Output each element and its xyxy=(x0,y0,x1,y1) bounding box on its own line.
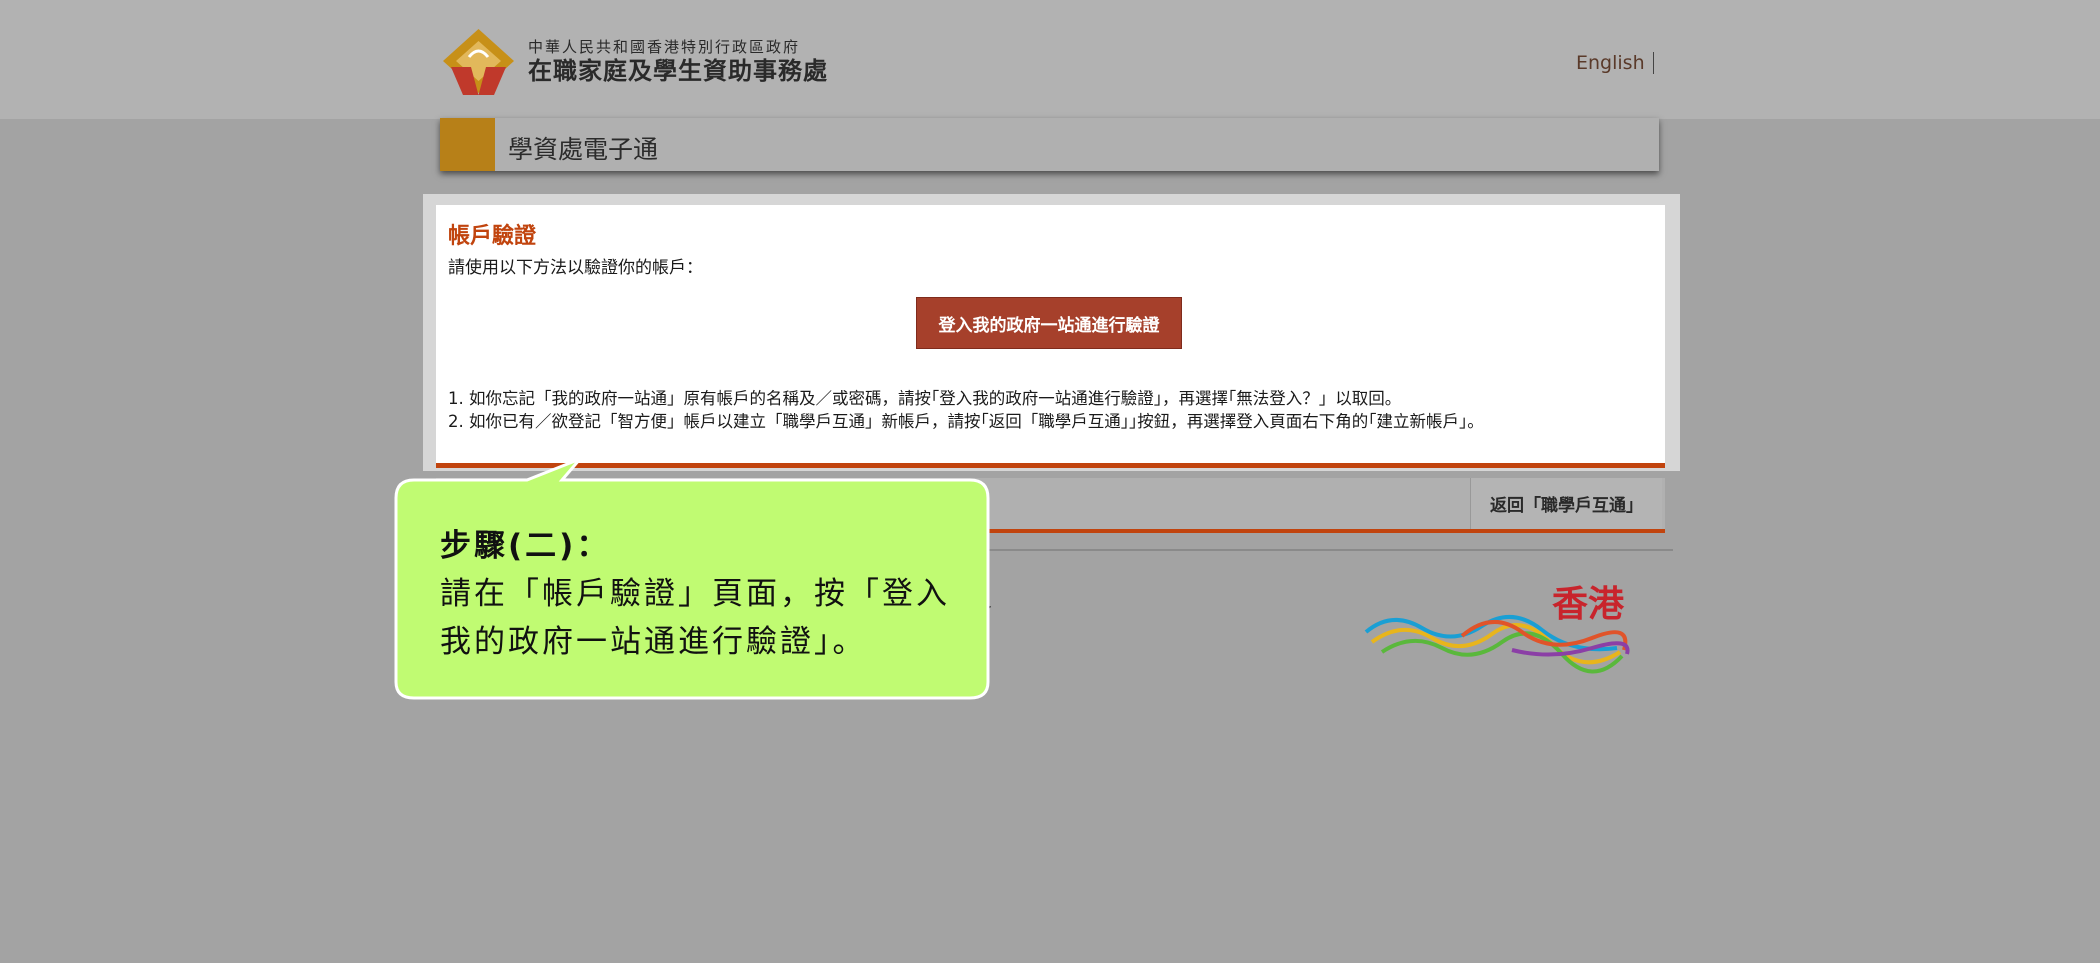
brand-text: 香港 xyxy=(1552,584,1625,625)
callout-heading: 步驟(二)： xyxy=(440,528,611,564)
back-to-portal-button[interactable]: 返回「職學戶互通」 xyxy=(1470,478,1662,529)
panel-heading: 帳戶驗證 xyxy=(448,224,537,249)
callout-text: 步驟(二)： 請在「帳戶驗證」頁面，按「登入我的政府一站通進行驗證」。 xyxy=(440,522,960,666)
account-verification-panel: 帳戶驗證 請使用以下方法以驗證你的帳戶： 登入我的政府一站通進行驗證 1. 如你… xyxy=(436,205,1665,468)
top-header xyxy=(0,0,2100,119)
agency-name: 中華人民共和國香港特別行政區政府 在職家庭及學生資助事務處 xyxy=(528,38,828,86)
agency-name-line2: 在職家庭及學生資助事務處 xyxy=(528,57,828,85)
callout-body: 請在「帳戶驗證」頁面，按「登入我的政府一站通進行驗證」。 xyxy=(440,576,950,660)
english-language-link[interactable]: English xyxy=(1576,52,1654,74)
title-accent-block xyxy=(440,118,495,171)
brand-hong-kong-logo: 香港 xyxy=(1364,584,1630,674)
agency-logo xyxy=(443,29,514,95)
note-item: 1. 如你忘記「我的政府一站通」原有帳戶的名稱及／或密碼，請按｢登入我的政府一站… xyxy=(448,389,1402,408)
agency-name-line1: 中華人民共和國香港特別行政區政府 xyxy=(528,38,801,56)
app-title: 學資處電子通 xyxy=(508,135,659,164)
app-title-bar: 學資處電子通 xyxy=(440,118,1659,171)
note-item: 2. 如你已有／欲登記「智方便」帳戶以建立「職學戶互通」新帳戶，請按｢返回「職學… xyxy=(448,412,1484,431)
iam-smart-verify-button[interactable]: 登入我的政府一站通進行驗證 xyxy=(916,297,1182,349)
instruction-notes: 1. 如你忘記「我的政府一站通」原有帳戶的名稱及／或密碼，請按｢登入我的政府一站… xyxy=(448,387,1484,433)
panel-instruction: 請使用以下方法以驗證你的帳戶： xyxy=(448,258,703,278)
